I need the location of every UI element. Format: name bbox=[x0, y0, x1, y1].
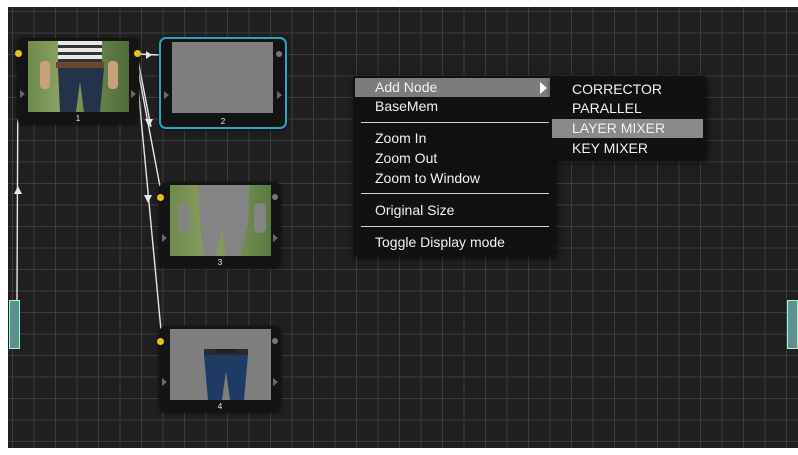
wire-arrow-up bbox=[14, 186, 22, 194]
submenu-item-key-mixer[interactable]: KEY MIXER bbox=[552, 139, 703, 158]
node-label: 1 bbox=[75, 114, 81, 123]
menu-item-label: Zoom to Window bbox=[375, 170, 481, 186]
wire-arrow-down bbox=[145, 119, 153, 127]
jeans-cutout-image bbox=[204, 349, 248, 400]
person-jeans-image bbox=[40, 41, 118, 112]
node-label: 3 bbox=[217, 258, 223, 267]
node-3[interactable]: 3 bbox=[157, 182, 281, 268]
node-label: 4 bbox=[217, 402, 223, 411]
submenu-item-parallel[interactable]: PARALLEL bbox=[552, 99, 703, 118]
menu-item-original-size[interactable]: Original Size bbox=[355, 201, 553, 220]
menu-item-add-node[interactable]: Add Node bbox=[355, 78, 553, 97]
wire-arrow-down bbox=[144, 195, 152, 203]
menu-item-label: Zoom In bbox=[375, 130, 427, 146]
menu-item-zoom-to-window[interactable]: Zoom to Window bbox=[355, 169, 553, 188]
output-port-dot[interactable] bbox=[272, 338, 278, 344]
menu-item-zoom-out[interactable]: Zoom Out bbox=[355, 149, 553, 168]
menu-item-label: Add Node bbox=[375, 79, 438, 95]
menu-item-label: BaseMem bbox=[375, 98, 439, 114]
node-2[interactable]: 2 bbox=[159, 37, 287, 129]
output-port-dot[interactable] bbox=[276, 51, 282, 57]
submenu-item-label: KEY MIXER bbox=[572, 140, 648, 156]
menu-separator bbox=[361, 122, 549, 123]
menu-separator bbox=[361, 226, 549, 227]
menu-item-zoom-in[interactable]: Zoom In bbox=[355, 129, 553, 148]
input-arrow-icon bbox=[164, 91, 169, 99]
menu-separator bbox=[361, 193, 549, 194]
wire-arrow-right bbox=[146, 51, 152, 59]
output-arrow-icon bbox=[277, 91, 282, 99]
input-port-dot[interactable] bbox=[157, 194, 164, 201]
input-port-dot[interactable] bbox=[15, 50, 22, 57]
menu-item-label: Zoom Out bbox=[375, 150, 438, 166]
submenu-item-layer-mixer[interactable]: LAYER MIXER bbox=[552, 119, 703, 138]
submenu-arrow-icon bbox=[540, 82, 547, 94]
menu-item-toggle-display-mode[interactable]: Toggle Display mode bbox=[355, 233, 553, 252]
left-scroll-handle[interactable] bbox=[9, 300, 20, 349]
submenu-item-corrector[interactable]: CORRECTOR bbox=[552, 80, 703, 99]
node-4[interactable]: 4 bbox=[157, 326, 281, 412]
right-scroll-handle[interactable] bbox=[787, 300, 798, 349]
context-menu: Add Node BaseMem Zoom In Zoom Out Zoom t… bbox=[353, 76, 555, 256]
submenu-item-label: CORRECTOR bbox=[572, 81, 662, 97]
submenu-item-label: PARALLEL bbox=[572, 100, 642, 116]
node-thumbnail-1 bbox=[28, 41, 129, 112]
submenu-item-label: LAYER MIXER bbox=[572, 120, 666, 136]
node-label: 2 bbox=[220, 117, 226, 126]
masked-image bbox=[178, 185, 266, 256]
node-thumbnail-2 bbox=[172, 42, 273, 113]
output-arrow-icon bbox=[131, 90, 136, 98]
output-port-dot[interactable] bbox=[272, 194, 278, 200]
add-node-submenu: CORRECTOR PARALLEL LAYER MIXER KEY MIXER bbox=[550, 76, 705, 160]
node-1[interactable]: 1 bbox=[15, 38, 141, 124]
output-arrow-icon bbox=[273, 378, 278, 386]
input-arrow-icon bbox=[20, 90, 25, 98]
input-arrow-icon bbox=[162, 234, 167, 242]
output-port-dot[interactable] bbox=[134, 50, 141, 57]
input-port-dot[interactable] bbox=[157, 338, 164, 345]
node-thumbnail-4 bbox=[170, 329, 271, 400]
menu-item-basemem[interactable]: BaseMem bbox=[355, 97, 553, 116]
node-thumbnail-3 bbox=[170, 185, 271, 256]
output-arrow-icon bbox=[273, 234, 278, 242]
menu-item-label: Toggle Display mode bbox=[375, 234, 505, 250]
input-arrow-icon bbox=[162, 378, 167, 386]
menu-item-label: Original Size bbox=[375, 202, 455, 218]
